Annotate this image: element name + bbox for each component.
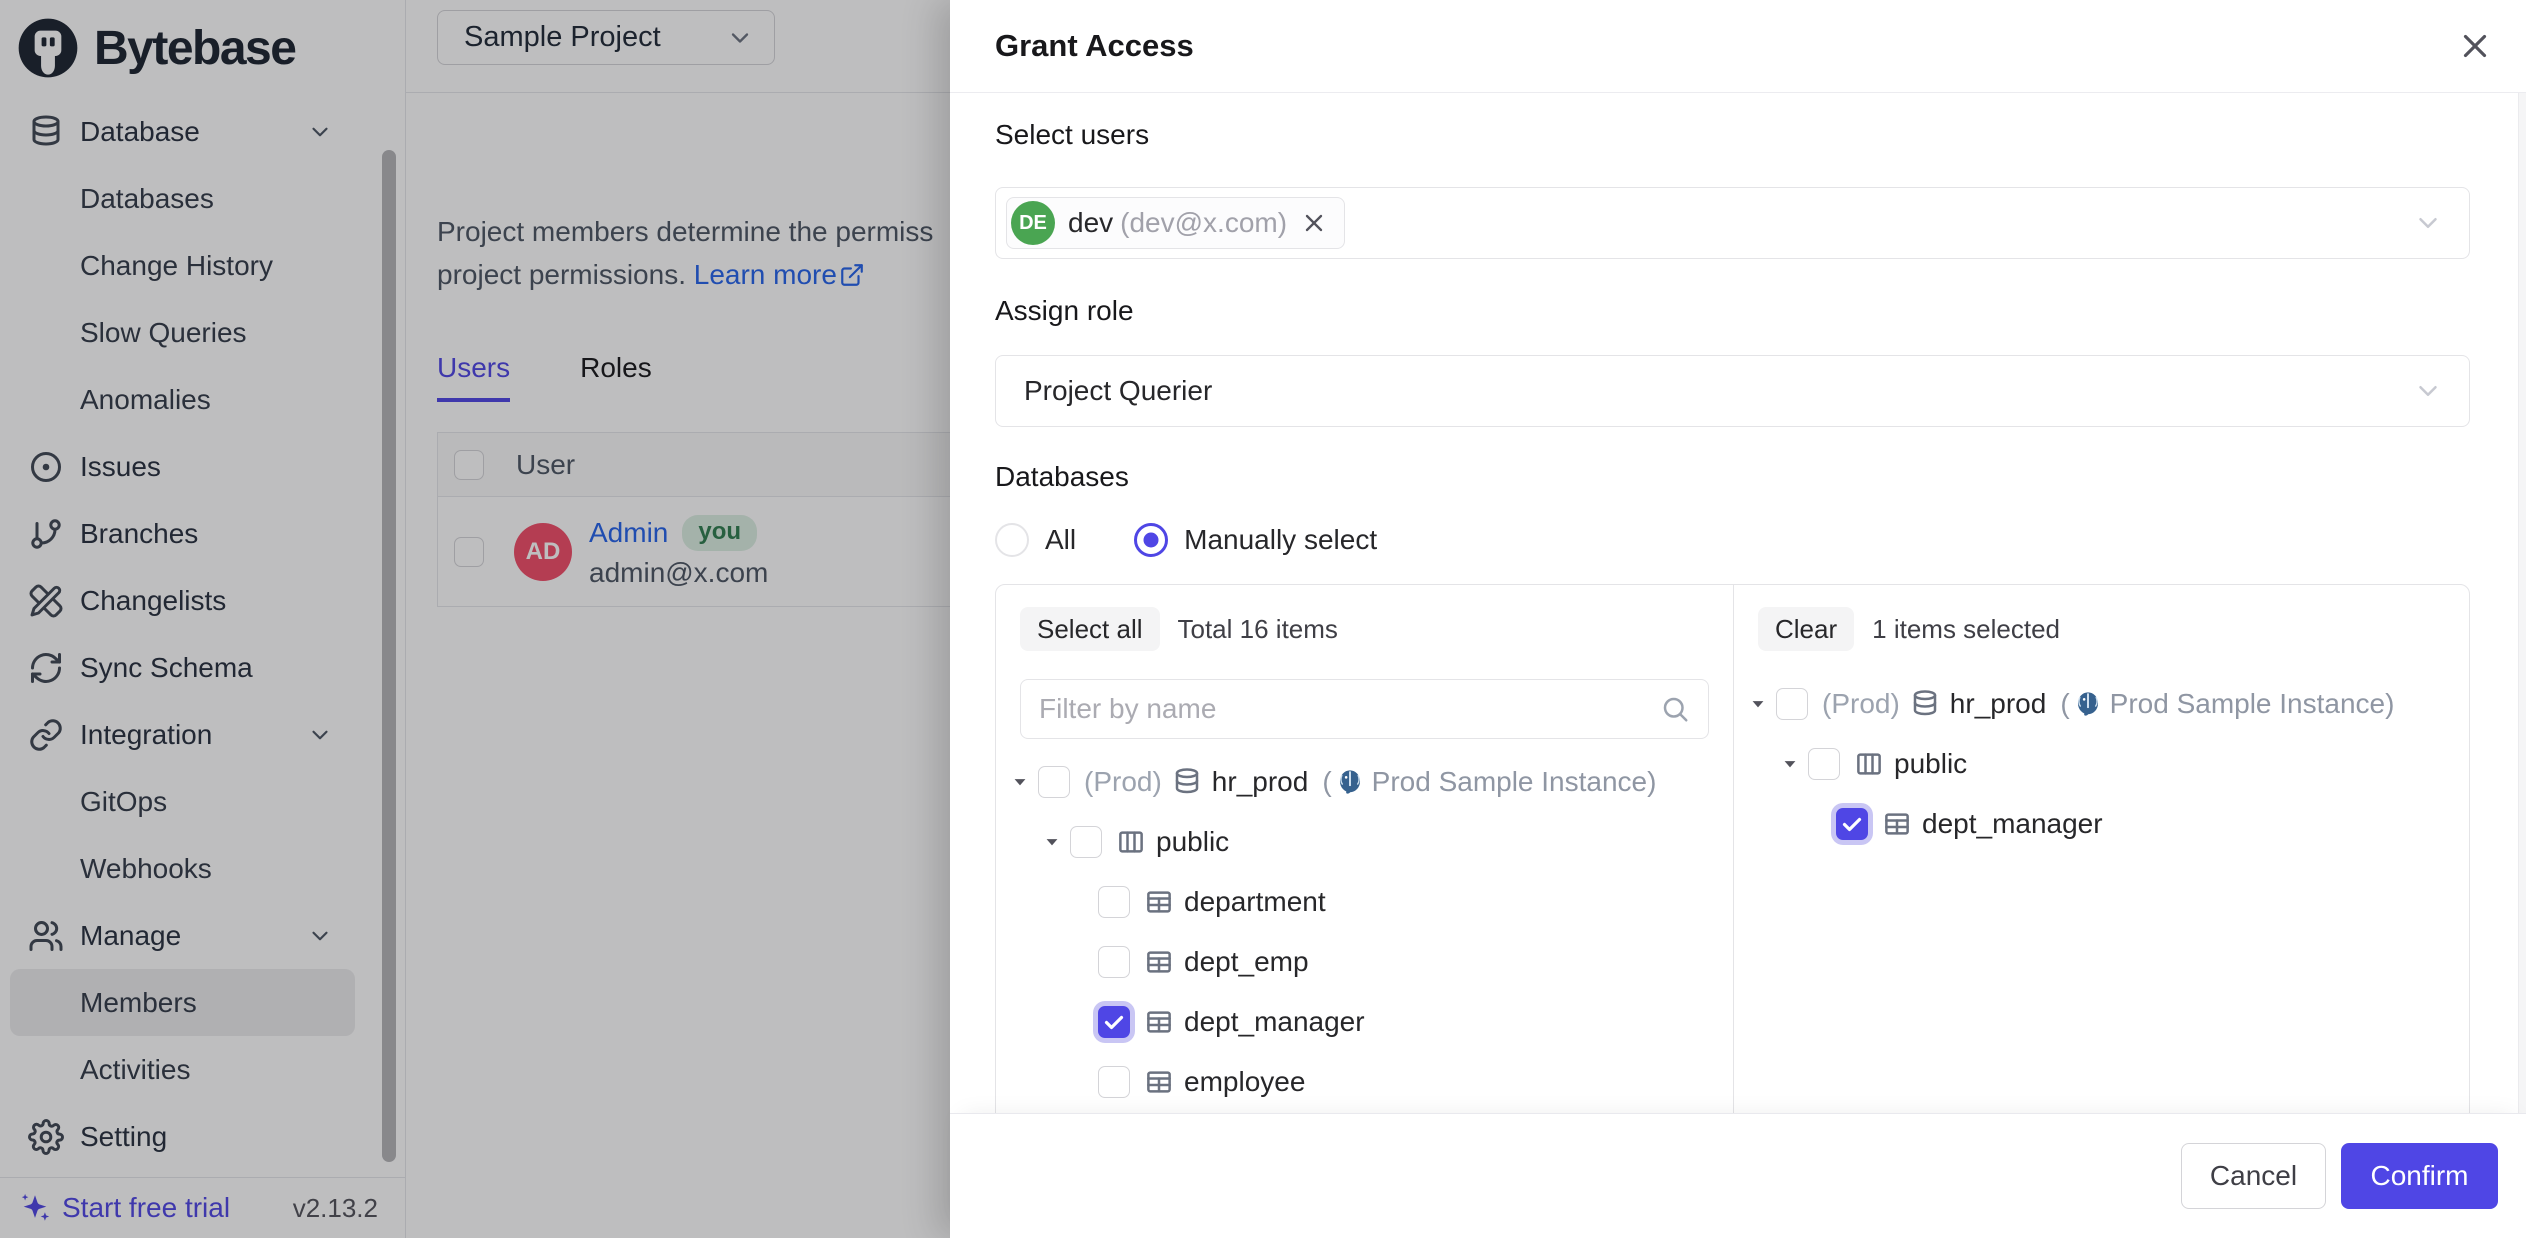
- radio-manually-select-circle[interactable]: [1134, 523, 1168, 557]
- node-label: public: [1156, 826, 1229, 858]
- table-icon: [1882, 809, 1912, 839]
- expand-arrow-icon[interactable]: [1748, 694, 1768, 714]
- postgresql-icon: [2074, 690, 2102, 718]
- node-label: dept_manager: [1184, 1006, 1365, 1038]
- remove-user-icon[interactable]: [1300, 209, 1328, 237]
- clear-button[interactable]: Clear: [1758, 607, 1854, 651]
- dialog-title: Grant Access: [995, 28, 1194, 64]
- radio-all-circle[interactable]: [995, 523, 1029, 557]
- checkbox[interactable]: [1098, 946, 1130, 978]
- chevron-down-icon[interactable]: [2413, 208, 2443, 238]
- role-select-value: Project Querier: [1024, 375, 1212, 407]
- chevron-down-icon: [2413, 376, 2443, 406]
- chip-user-email: (dev@x.com): [1120, 207, 1287, 239]
- chip-avatar: DE: [1011, 201, 1055, 245]
- dialog-body: Select users DE dev (dev@x.com) Assign r…: [950, 93, 2526, 1113]
- checkbox[interactable]: [1776, 688, 1808, 720]
- cancel-button[interactable]: Cancel: [2181, 1143, 2326, 1209]
- table-icon: [1144, 887, 1174, 917]
- grant-access-dialog: Grant Access Select users DE dev (dev@x.…: [950, 0, 2526, 1238]
- instance-paren: (: [2060, 688, 2069, 720]
- close-icon[interactable]: [2456, 27, 2494, 65]
- tree-node-hr-prod[interactable]: (Prod) hr_prod ( Prod Sample Instance): [1734, 674, 2468, 734]
- dialog-header: Grant Access: [950, 0, 2526, 93]
- tree-node-employee[interactable]: employee: [996, 1052, 1733, 1112]
- node-label: department: [1184, 886, 1326, 918]
- radio-all[interactable]: All: [995, 523, 1076, 557]
- dialog-scrollbar[interactable]: [2518, 93, 2526, 1113]
- selected-user-chip[interactable]: DE dev (dev@x.com): [1006, 197, 1345, 249]
- checkbox[interactable]: [1808, 748, 1840, 780]
- schema-icon: [1854, 749, 1884, 779]
- environment-label: (Prod): [1822, 688, 1900, 720]
- tree-node-department[interactable]: department: [996, 872, 1733, 932]
- radio-manually-select[interactable]: Manually select: [1134, 523, 1377, 557]
- modal-overlay: [0, 0, 950, 1238]
- filter-input[interactable]: [1039, 693, 1660, 725]
- node-label: employee: [1184, 1066, 1305, 1098]
- checkbox-checked[interactable]: [1098, 1006, 1130, 1038]
- checkbox[interactable]: [1038, 766, 1070, 798]
- database-scope-radios: All Manually select: [995, 523, 2470, 557]
- tree-node-dept-emp[interactable]: dept_emp: [996, 932, 1733, 992]
- checkbox[interactable]: [1070, 826, 1102, 858]
- tree-node-hr-prod[interactable]: (Prod) hr_prod ( Prod Sample Instance): [996, 752, 1733, 812]
- select-users-label: Select users: [995, 119, 2470, 151]
- source-tree: (Prod) hr_prod ( Prod Sample Instance) publi…: [996, 752, 1733, 1112]
- tree-node-public[interactable]: public: [996, 812, 1733, 872]
- target-panel: Clear 1 items selected (Prod)hr_prod(Pro…: [1734, 585, 2468, 1113]
- table-icon: [1144, 1067, 1174, 1097]
- instance-label: Prod Sample Instance): [1372, 766, 1657, 798]
- expand-arrow-icon[interactable]: [1780, 754, 1800, 774]
- source-panel-header: Select all Total 16 items: [1020, 607, 1709, 651]
- databases-label: Databases: [995, 461, 2470, 493]
- selected-count-label: 1 items selected: [1872, 614, 2060, 645]
- environment-label: (Prod): [1084, 766, 1162, 798]
- node-label: hr_prod: [1950, 688, 2047, 720]
- expand-arrow-icon[interactable]: [1010, 772, 1030, 792]
- select-users-input[interactable]: DE dev (dev@x.com): [995, 187, 2470, 259]
- select-all-button[interactable]: Select all: [1020, 607, 1160, 651]
- assign-role-label: Assign role: [995, 295, 2470, 327]
- node-label: dept_emp: [1184, 946, 1309, 978]
- node-label: hr_prod: [1212, 766, 1309, 798]
- expand-arrow-icon[interactable]: [1042, 832, 1062, 852]
- search-icon: [1660, 694, 1690, 724]
- node-label: dept_manager: [1922, 808, 2103, 840]
- table-icon: [1144, 1007, 1174, 1037]
- source-panel: Select all Total 16 items (Prod)hr_prod(…: [996, 585, 1734, 1113]
- chip-user-name: dev: [1068, 207, 1113, 239]
- instance-label: Prod Sample Instance): [2110, 688, 2395, 720]
- schema-icon: [1116, 827, 1146, 857]
- postgresql-icon: [1336, 768, 1364, 796]
- table-icon: [1144, 947, 1174, 977]
- instance-paren: (: [1322, 766, 1331, 798]
- database-icon: [1172, 767, 1202, 797]
- tree-node-public[interactable]: public: [1734, 734, 2468, 794]
- checkbox-checked[interactable]: [1836, 808, 1868, 840]
- node-label: public: [1894, 748, 1967, 780]
- tree-node-dept-manager[interactable]: dept_manager: [1734, 794, 2468, 854]
- total-items-label: Total 16 items: [1178, 614, 1338, 645]
- tree-node-dept-manager[interactable]: dept_manager: [996, 992, 1733, 1052]
- database-icon: [1910, 689, 1940, 719]
- database-transfer: Select all Total 16 items (Prod)hr_prod(…: [995, 584, 2470, 1113]
- checkbox[interactable]: [1098, 1066, 1130, 1098]
- role-select[interactable]: Project Querier: [995, 355, 2470, 427]
- target-panel-header: Clear 1 items selected: [1758, 607, 2444, 651]
- confirm-button[interactable]: Confirm: [2341, 1143, 2498, 1209]
- checkbox[interactable]: [1098, 886, 1130, 918]
- target-tree: (Prod) hr_prod ( Prod Sample Instance) publi…: [1734, 674, 2468, 854]
- dialog-footer: Cancel Confirm: [950, 1113, 2526, 1238]
- filter-input-wrapper: [1020, 679, 1709, 739]
